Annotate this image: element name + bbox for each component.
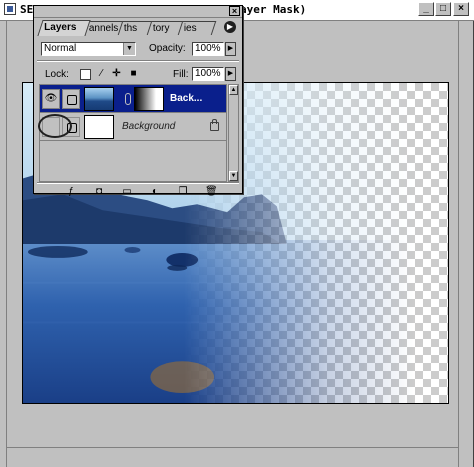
palette-body: Normal ▼ Opacity: 100% ▶ Lock: ∕ ✛ ■ Fil… (37, 38, 239, 197)
scroll-up-icon[interactable]: ▲ (229, 85, 238, 95)
palette-close-button[interactable]: × (229, 6, 240, 16)
fill-field[interactable]: 100% (192, 67, 224, 81)
frame-divider (6, 21, 7, 467)
chain-link-icon[interactable] (125, 93, 131, 105)
palette-tabs: Layers annels ths tory ies ▶ (37, 20, 238, 36)
layer-thumbnail (84, 87, 114, 111)
tab-label: Layers (44, 22, 77, 33)
layer-name: Back... (170, 93, 203, 104)
tab-label: ies (183, 23, 197, 34)
tab-label: ths (123, 23, 138, 34)
frame-divider (458, 21, 459, 467)
lock-label: Lock: (45, 69, 69, 80)
tab-label: tory (152, 23, 170, 34)
tab-actions[interactable]: ies (177, 21, 217, 35)
chevron-down-icon: ▼ (123, 43, 135, 55)
divider (37, 60, 239, 62)
lock-all-icon[interactable]: ■ (128, 69, 139, 80)
layer-thumbnail (84, 115, 114, 139)
layer-row[interactable]: 👁 Back... (40, 85, 226, 113)
tab-layers[interactable]: Layers (37, 20, 91, 36)
trash-icon[interactable]: 🗑 (205, 186, 218, 197)
scroll-down-icon[interactable]: ▼ (229, 171, 238, 181)
lock-icon (210, 119, 219, 131)
folder-icon[interactable]: ▭ (121, 186, 133, 197)
fill-label: Fill: (173, 69, 189, 80)
layers-palette: × Layers annels ths tory ies ▶ Normal ▼ … (33, 5, 243, 197)
opacity-field[interactable]: 100% (192, 42, 224, 56)
blend-mode-select[interactable]: Normal ▼ (41, 42, 136, 56)
lock-options: ∕ ✛ ■ (80, 69, 150, 81)
document-title-start: SE (20, 3, 34, 16)
palette-bottom-bar: ƒ ◘ ▭ ◐ ❐ 🗑 (37, 184, 239, 198)
opacity-label: Opacity: (149, 43, 186, 54)
layer-mask-link-icon[interactable] (62, 89, 80, 109)
eye-icon[interactable]: 👁 (42, 89, 60, 109)
layer-style-icon[interactable]: ƒ (65, 186, 77, 197)
add-mask-icon[interactable]: ◘ (93, 186, 105, 197)
layer-row[interactable]: Background (38, 113, 226, 141)
document-icon (4, 3, 16, 15)
adjustment-layer-icon[interactable]: ◐ (149, 186, 161, 197)
opacity-arrow-button[interactable]: ▶ (225, 42, 236, 56)
close-button[interactable]: × (453, 2, 469, 16)
layers-list: 👁 Back... Background (38, 84, 227, 182)
palette-titlebar[interactable]: × (34, 6, 242, 18)
lock-transparency-checkbox[interactable] (80, 69, 91, 80)
layers-scrollbar[interactable]: ▲ ▼ (228, 84, 239, 182)
blend-mode-value: Normal (44, 43, 77, 54)
new-layer-icon[interactable]: ❐ (177, 186, 189, 197)
minimize-button[interactable]: _ (418, 2, 434, 16)
move-icon[interactable]: ✛ (111, 69, 122, 80)
tab-label: annels (88, 23, 119, 34)
layer-name: Background (122, 121, 176, 132)
frame-divider (6, 447, 458, 448)
brush-icon[interactable]: ∕ (96, 69, 107, 80)
layer-mask-thumbnail[interactable] (134, 87, 164, 111)
maximize-button[interactable]: □ (435, 2, 451, 16)
palette-menu-icon[interactable]: ▶ (224, 21, 236, 33)
highlight-circle (38, 114, 72, 138)
fill-arrow-button[interactable]: ▶ (225, 67, 236, 81)
document-title-end: ayer Mask) (240, 3, 307, 16)
